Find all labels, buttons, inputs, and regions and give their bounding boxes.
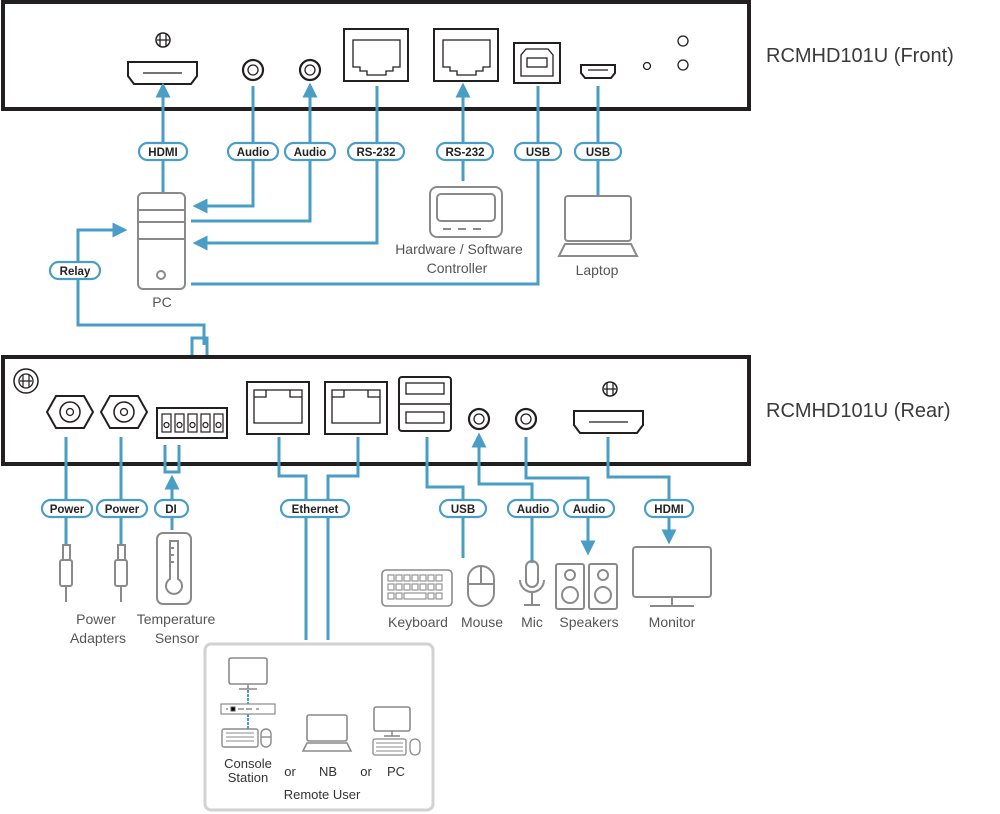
cable-ethernet-1 (277, 437, 308, 640)
caption-temp-line2: Sensor (155, 630, 200, 646)
speakers-icon (555, 563, 618, 610)
caption-keyboard: Keyboard (388, 614, 448, 630)
tag-usb-front-2: USB (573, 141, 623, 162)
caption-monitor: Monitor (649, 614, 696, 630)
rear-power-port-1-icon (45, 395, 95, 429)
tag-rs232-front-2: RS-232 (435, 141, 495, 162)
monitor-icon (632, 546, 712, 607)
svg-text:RS-232: RS-232 (446, 147, 485, 159)
rear-terminal-block-icon (156, 407, 228, 439)
rear-device-title: RCMHD101U (Rear) (766, 400, 950, 422)
svg-text:Ethernet: Ethernet (292, 504, 339, 516)
tag-audio-rear-1: Audio (506, 498, 560, 519)
caption-remote-pc: PC (387, 764, 405, 779)
caption-mouse: Mouse (461, 614, 503, 630)
caption-or-1: or (284, 764, 296, 779)
svg-text:Power: Power (105, 504, 140, 516)
rear-ethernet-port-1-icon (246, 381, 310, 435)
svg-text:Audio: Audio (517, 504, 550, 516)
svg-text:USB: USB (451, 504, 475, 516)
cable-ethernet-2 (326, 437, 360, 640)
caption-mic: Mic (521, 614, 543, 630)
svg-text:Audio: Audio (294, 147, 327, 159)
tag-audio-rear-2: Audio (562, 498, 616, 519)
temperature-sensor-icon (156, 532, 192, 605)
caption-speakers: Speakers (559, 614, 618, 630)
tag-hdmi-front: HDMI (137, 141, 189, 162)
svg-text:HDMI: HDMI (654, 504, 683, 516)
front-usb-b-port-icon (513, 42, 561, 84)
svg-text:Audio: Audio (573, 504, 606, 516)
svg-text:RS-232: RS-232 (357, 147, 396, 159)
mouse-icon (467, 565, 495, 607)
tag-usb-front-1: USB (513, 141, 563, 162)
tag-audio-front-2: Audio (283, 141, 337, 162)
caption-remote-user: Remote User (284, 787, 361, 802)
rear-power-port-2-icon (99, 395, 149, 429)
tag-ethernet: Ethernet (279, 498, 351, 519)
tag-power-1: Power (40, 498, 94, 519)
caption-laptop: Laptop (576, 262, 619, 278)
front-device-title: RCMHD101U (Front) (766, 45, 954, 67)
power-adapter-2-icon (114, 544, 128, 602)
front-mini-usb-port-icon (580, 64, 616, 79)
tag-di: DI (153, 498, 190, 519)
front-rs232-port-1-icon (343, 28, 409, 82)
front-cables (76, 82, 600, 370)
tag-rs232-front-1: RS-232 (346, 141, 406, 162)
caption-nb: NB (319, 764, 337, 779)
keyboard-icon (381, 569, 453, 607)
tag-relay: Relay (48, 260, 102, 281)
caption-console-line1: Console (224, 756, 272, 771)
rear-usb-a-ports-icon (398, 376, 452, 432)
caption-console-line2: Station (228, 770, 268, 785)
caption-or-2: or (360, 764, 372, 779)
tag-power-2: Power (95, 498, 149, 519)
tag-hdmi-rear: HDMI (643, 498, 695, 519)
svg-text:DI: DI (165, 504, 177, 516)
caption-power-line1: Power (76, 611, 116, 627)
svg-text:USB: USB (586, 147, 610, 159)
svg-text:HDMI: HDMI (148, 147, 177, 159)
caption-controller-line2: Controller (427, 260, 488, 276)
rear-ethernet-port-2-icon (324, 381, 388, 435)
caption-power-line2: Adapters (70, 630, 126, 646)
svg-text:Relay: Relay (60, 266, 91, 278)
tag-usb-rear: USB (438, 498, 488, 519)
caption-temp-line1: Temperature (137, 611, 216, 627)
remote-user-box (203, 642, 435, 812)
caption-controller-line1: Hardware / Software (395, 241, 523, 257)
svg-text:USB: USB (526, 147, 550, 159)
tag-audio-front-1: Audio (226, 141, 280, 162)
svg-text:Audio: Audio (237, 147, 270, 159)
svg-text:Power: Power (50, 504, 85, 516)
controller-icon (429, 186, 503, 238)
laptop-icon (557, 195, 639, 257)
pc-tower-icon (137, 192, 186, 290)
mic-icon (519, 560, 545, 606)
front-rs232-port-2-icon (433, 28, 499, 82)
connection-diagram: RCMHD101U (Front) HDMI Audio Audio RS-23… (1, 0, 954, 812)
power-adapter-1-icon (59, 544, 73, 602)
caption-pc: PC (152, 294, 171, 310)
